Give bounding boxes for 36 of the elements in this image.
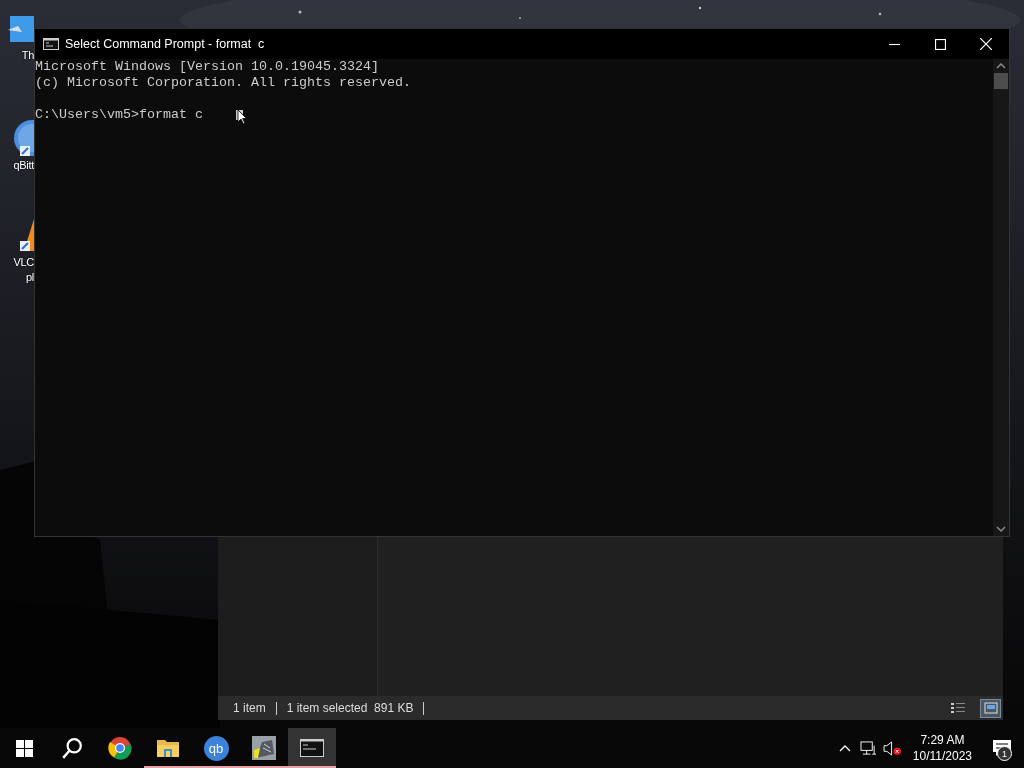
console-icon: [43, 38, 59, 50]
scroll-thumb[interactable]: [994, 73, 1008, 89]
volume-muted-icon: [883, 740, 903, 756]
qbittorrent-taskbar-button[interactable]: qb: [192, 728, 240, 768]
notifications-button[interactable]: 1: [980, 728, 1024, 768]
console-text: C:\Users\vm5>format c: [35, 107, 203, 123]
console-icon: [300, 739, 324, 757]
scroll-up-icon[interactable]: [996, 63, 1006, 69]
app-icon: [252, 736, 276, 760]
desktop-icon-label[interactable]: pl: [26, 270, 34, 285]
scrollbar[interactable]: [993, 59, 1009, 536]
desktop-icon-label[interactable]: qBitt: [13, 158, 34, 173]
console-text: (c) Microsoft Corporation. All rights reserved.: [35, 75, 411, 91]
scroll-down-icon[interactable]: [996, 526, 1006, 532]
chrome-icon: [108, 736, 132, 760]
network-icon: [860, 740, 878, 756]
qbittorrent-icon: qb: [203, 735, 229, 761]
close-icon: [980, 38, 992, 50]
status-text: 1 item selected 891 KB: [286, 701, 414, 715]
details-icon: [950, 702, 965, 714]
large-icons-icon: [983, 702, 998, 714]
folder-icon: [156, 738, 180, 758]
notification-count: 1: [997, 746, 1012, 761]
windows-logo-icon: [15, 739, 33, 757]
large-icons-view-button[interactable]: [980, 698, 1001, 718]
window-title: Select Command Prompt - format c: [65, 37, 265, 51]
status-text: 1 item: [233, 701, 266, 715]
desktop-icon-label[interactable]: Th: [21, 48, 34, 63]
clock[interactable]: 7:29 AM 10/11/2023: [904, 728, 980, 768]
mouse-pointer-icon: [237, 109, 247, 125]
search-icon: [61, 737, 83, 759]
desktop-icon-label[interactable]: VLC: [13, 255, 34, 270]
chevron-up-icon: [838, 744, 851, 752]
console-taskbar-button[interactable]: [288, 728, 336, 768]
maximize-icon: [934, 38, 946, 50]
console-text: Microsoft Windows [Version 10.0.19045.3324]: [35, 59, 379, 75]
